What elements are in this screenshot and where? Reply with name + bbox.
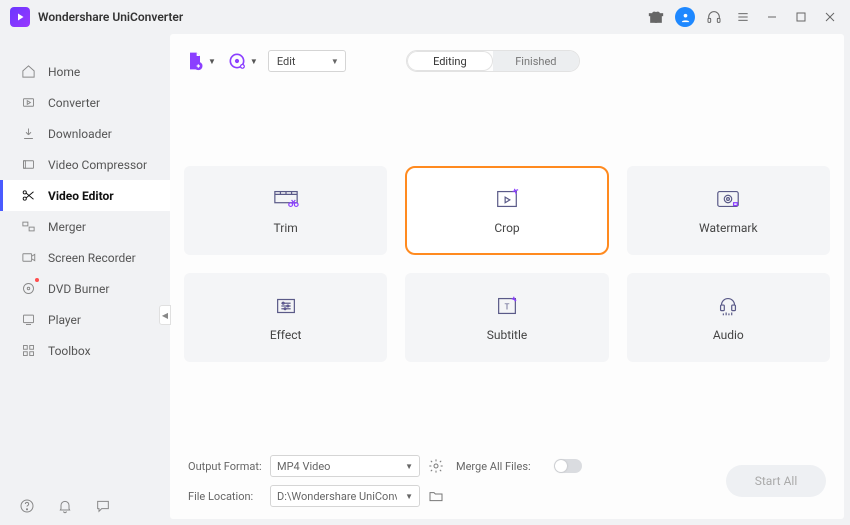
window-maximize-button[interactable] — [791, 7, 811, 27]
scissors-icon — [20, 187, 37, 204]
bell-icon[interactable] — [56, 497, 74, 515]
sidebar-item-label: Toolbox — [48, 344, 91, 358]
card-effect[interactable]: Effect — [184, 273, 387, 362]
sidebar-item-screen-recorder[interactable]: Screen Recorder — [0, 242, 170, 273]
toolbar: ▼ ▼ Edit ▼ Editing Finished — [170, 34, 844, 76]
sidebar-item-dvd-burner[interactable]: DVD Burner — [0, 273, 170, 304]
help-icon[interactable] — [18, 497, 36, 515]
start-all-button[interactable]: Start All — [726, 465, 826, 497]
merge-all-label: Merge All Files: — [456, 460, 548, 473]
sidebar-item-downloader[interactable]: Downloader — [0, 118, 170, 149]
sidebar-collapse-handle[interactable]: ◀ — [159, 305, 171, 325]
sidebar-item-label: Video Compressor — [48, 158, 147, 172]
tab-finished[interactable]: Finished — [493, 51, 579, 71]
chevron-down-icon: ▼ — [405, 462, 413, 471]
card-subtitle[interactable]: T Subtitle — [405, 273, 608, 362]
sidebar-item-label: DVD Burner — [48, 282, 109, 296]
card-watermark[interactable]: Watermark — [627, 166, 830, 255]
card-label: Subtitle — [487, 328, 528, 342]
card-trim[interactable]: Trim — [184, 166, 387, 255]
add-target-button[interactable]: ▼ — [226, 50, 258, 72]
headset-icon[interactable] — [704, 7, 724, 27]
card-crop[interactable]: Crop — [405, 166, 608, 255]
output-format-value: MP4 Video — [277, 460, 330, 473]
filter-select[interactable]: Edit ▼ — [268, 50, 346, 72]
chevron-down-icon: ▼ — [331, 57, 339, 66]
player-icon — [20, 311, 37, 328]
sidebar-item-label: Screen Recorder — [48, 251, 136, 265]
main-panel: ▼ ▼ Edit ▼ Editing Finished Tri — [170, 34, 844, 519]
card-label: Trim — [274, 221, 298, 235]
window-minimize-button[interactable] — [762, 7, 782, 27]
sidebar-item-label: Home — [48, 65, 80, 79]
sidebar-item-player[interactable]: Player — [0, 304, 170, 335]
card-audio[interactable]: Audio — [627, 273, 830, 362]
sidebar-item-label: Player — [48, 313, 81, 327]
sidebar-item-label: Downloader — [48, 127, 112, 141]
sidebar-item-home[interactable]: Home — [0, 56, 170, 87]
svg-text:T: T — [504, 302, 509, 312]
sidebar-item-merger[interactable]: Merger — [0, 211, 170, 242]
hamburger-menu-icon[interactable] — [733, 7, 753, 27]
feedback-icon[interactable] — [94, 497, 112, 515]
download-icon — [20, 125, 37, 142]
converter-icon — [20, 94, 37, 111]
add-target-icon — [226, 50, 248, 72]
open-folder-icon[interactable] — [426, 486, 446, 506]
footer: Output Format: MP4 Video ▼ Merge All Fil… — [170, 447, 844, 519]
sidebar: Home Converter Downloader Video Compress… — [0, 32, 170, 525]
sidebar-item-video-editor[interactable]: Video Editor — [0, 180, 170, 211]
sidebar-item-video-compressor[interactable]: Video Compressor — [0, 149, 170, 180]
audio-icon — [714, 294, 742, 318]
dvd-icon — [20, 280, 37, 297]
tool-grid: Trim Crop Watermark Effect T Subtitle — [170, 76, 844, 447]
chevron-down-icon: ▼ — [208, 57, 216, 66]
card-label: Effect — [270, 328, 302, 342]
crop-icon — [493, 187, 521, 211]
settings-gear-icon[interactable] — [426, 456, 446, 476]
compressor-icon — [20, 156, 37, 173]
toolbox-icon — [20, 342, 37, 359]
app-title: Wondershare UniConverter — [38, 10, 183, 24]
subtitle-icon: T — [493, 294, 521, 318]
window-close-button[interactable] — [820, 7, 840, 27]
gift-icon[interactable] — [646, 7, 666, 27]
sidebar-item-converter[interactable]: Converter — [0, 87, 170, 118]
card-label: Audio — [713, 328, 744, 342]
trim-icon — [272, 187, 300, 211]
sidebar-item-label: Merger — [48, 220, 86, 234]
add-file-icon — [184, 50, 206, 72]
record-icon — [20, 249, 37, 266]
filter-select-value: Edit — [277, 55, 296, 68]
merge-all-toggle[interactable] — [554, 459, 582, 473]
titlebar: Wondershare UniConverter — [0, 0, 850, 32]
tabs-segment: Editing Finished — [406, 50, 580, 72]
output-format-select[interactable]: MP4 Video ▼ — [270, 455, 420, 477]
tab-editing[interactable]: Editing — [407, 51, 493, 71]
merge-icon — [20, 218, 37, 235]
app-logo-icon — [10, 7, 30, 27]
output-format-label: Output Format: — [188, 460, 264, 473]
file-location-select[interactable]: D:\Wondershare UniConverter 1 ▼ — [270, 485, 420, 507]
add-file-button[interactable]: ▼ — [184, 50, 216, 72]
chevron-down-icon: ▼ — [250, 57, 258, 66]
sidebar-item-label: Converter — [48, 96, 100, 110]
effect-icon — [272, 294, 300, 318]
sidebar-item-toolbox[interactable]: Toolbox — [0, 335, 170, 366]
file-location-label: File Location: — [188, 490, 264, 503]
chevron-down-icon: ▼ — [405, 492, 413, 501]
file-location-value: D:\Wondershare UniConverter 1 — [277, 490, 397, 503]
card-label: Crop — [494, 221, 519, 235]
watermark-icon — [714, 187, 742, 211]
user-avatar-icon[interactable] — [675, 7, 695, 27]
home-icon — [20, 63, 37, 80]
card-label: Watermark — [699, 221, 758, 235]
sidebar-item-label: Video Editor — [48, 189, 114, 203]
